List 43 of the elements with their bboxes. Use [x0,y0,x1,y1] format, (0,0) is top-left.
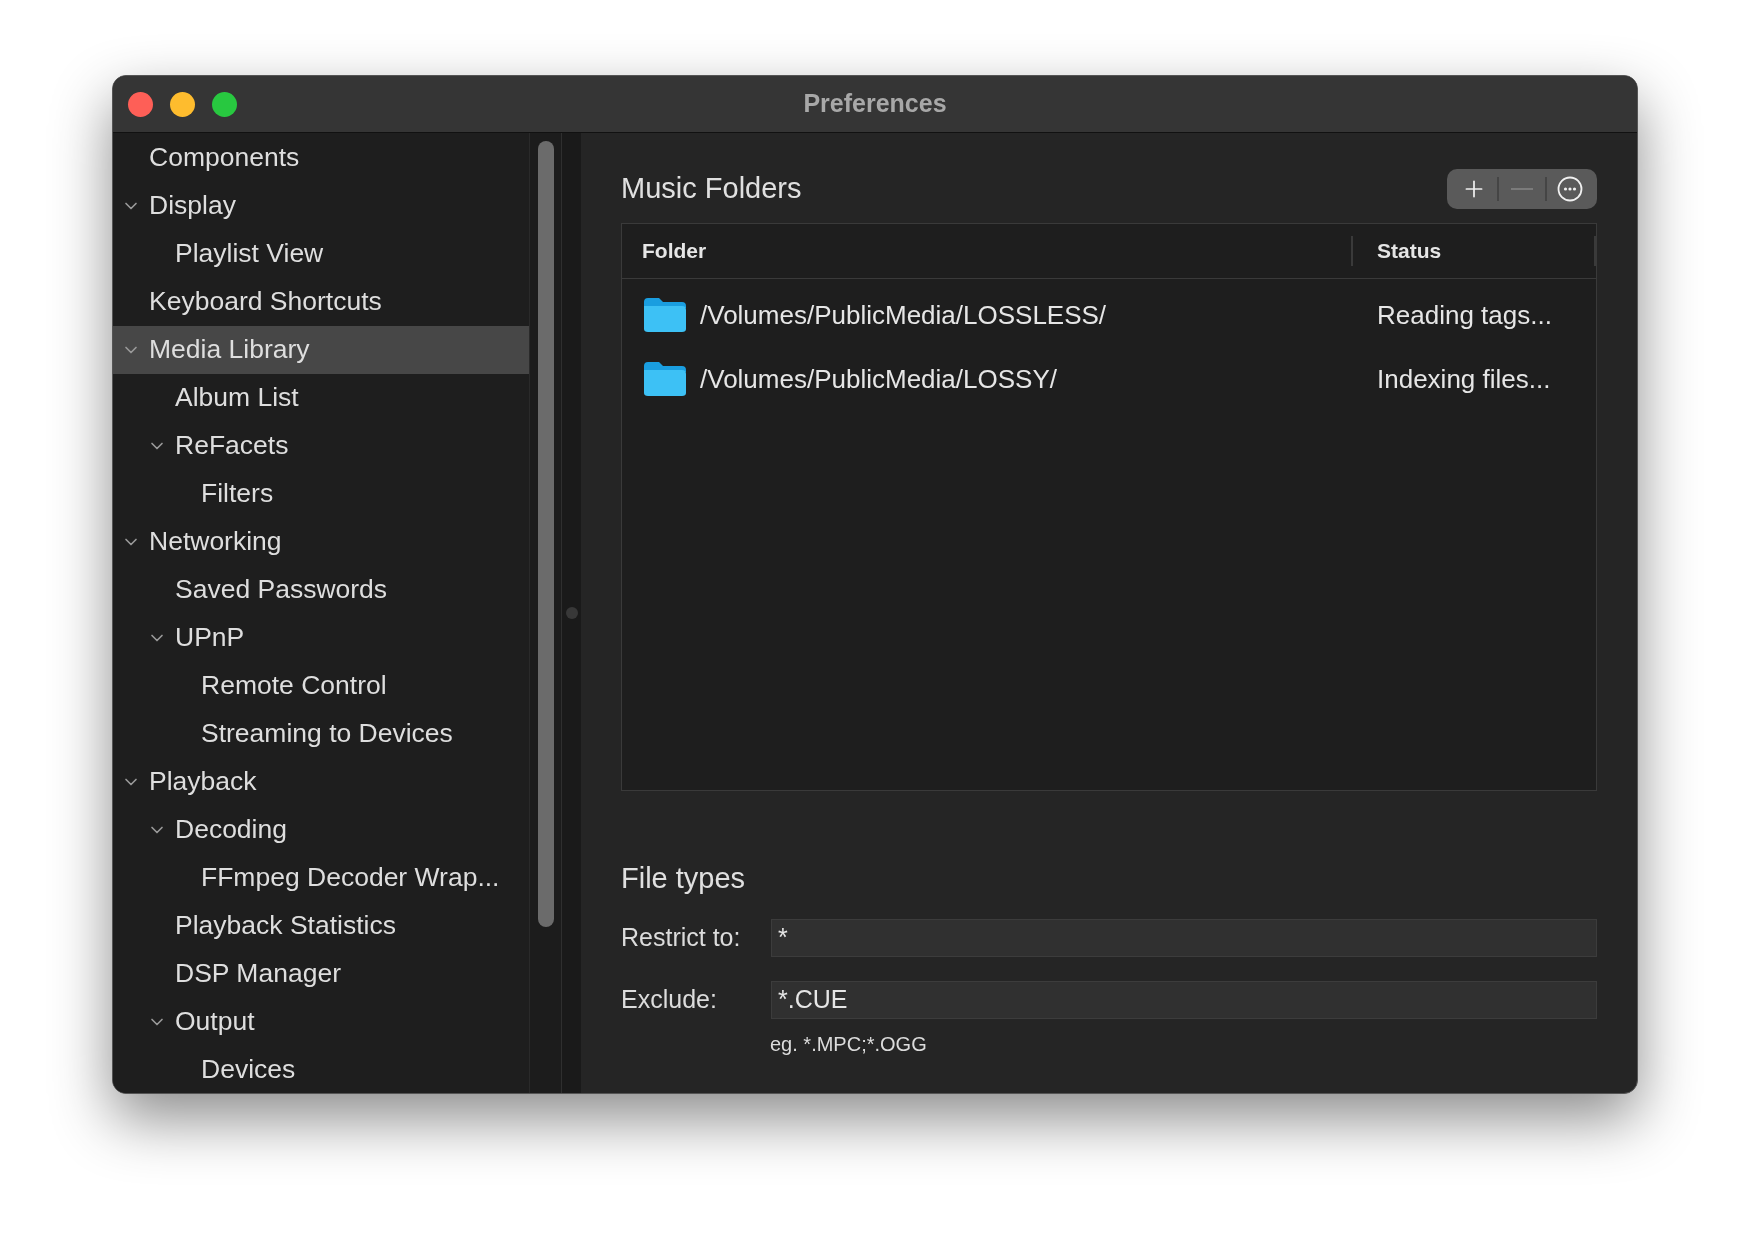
sidebar-item[interactable]: Output [113,998,529,1046]
folder-path: /Volumes/PublicMedia/LOSSLESS/ [700,298,1107,332]
sidebar-item[interactable]: Remote Control [113,662,529,710]
sidebar-item[interactable]: FFmpeg Decoder Wrap... [113,854,529,902]
sidebar-item[interactable]: Decoding [113,806,529,854]
section-title: Music Folders [621,171,802,207]
sidebar-item[interactable]: Filters [113,470,529,518]
sidebar-item[interactable]: Saved Passwords [113,566,529,614]
minimize-button[interactable] [170,91,195,117]
sidebar-item[interactable]: Keyboard Shortcuts [113,278,529,326]
sidebar-item[interactable]: Components [113,134,529,182]
sidebar-item[interactable]: Media Library [113,326,529,374]
window-title: Preferences [803,88,947,120]
field-label: Restrict to: [621,921,742,953]
text-field[interactable]: *.CUE [771,980,1597,1019]
sidebar-item[interactable]: UPnP [113,614,529,662]
folder-icon [642,296,688,334]
sidebar-item[interactable]: Display [113,182,529,230]
minus-icon [1511,188,1533,190]
sidebar-item[interactable]: Playlist View [113,230,529,278]
sidebar-item[interactable]: Networking [113,518,529,566]
folder-icon [642,360,688,398]
field-label: Exclude: [621,983,718,1015]
scrollbar-thumb[interactable] [538,141,554,927]
sidebar-item[interactable]: Playback Statistics [113,902,529,950]
column-header[interactable]: Folder [622,236,1353,266]
zoom-button[interactable] [212,91,237,117]
section-title: File types [621,861,747,896]
sidebar-item[interactable]: Album List [113,374,529,422]
folder-status: Reading tags... [1376,298,1552,332]
hint-text: eg. *.MPC;*.OGG [770,1031,928,1057]
splitter-handle[interactable] [565,607,578,619]
text-field[interactable]: * [771,918,1597,957]
more-icon [1557,176,1583,202]
close-button[interactable] [128,91,153,117]
folder-path: /Volumes/PublicMedia/LOSSY/ [700,362,1057,396]
folder-status: Indexing files... [1376,362,1551,396]
sidebar-item[interactable]: ReFacets [113,422,529,470]
sidebar-item[interactable]: DSP Manager [113,950,529,998]
sidebar-item[interactable]: Streaming to Devices [113,710,529,758]
sidebar-item[interactable]: Devices [113,1046,529,1093]
column-header[interactable]: Status [1353,236,1596,266]
sidebar-item[interactable]: Playback [113,758,529,806]
